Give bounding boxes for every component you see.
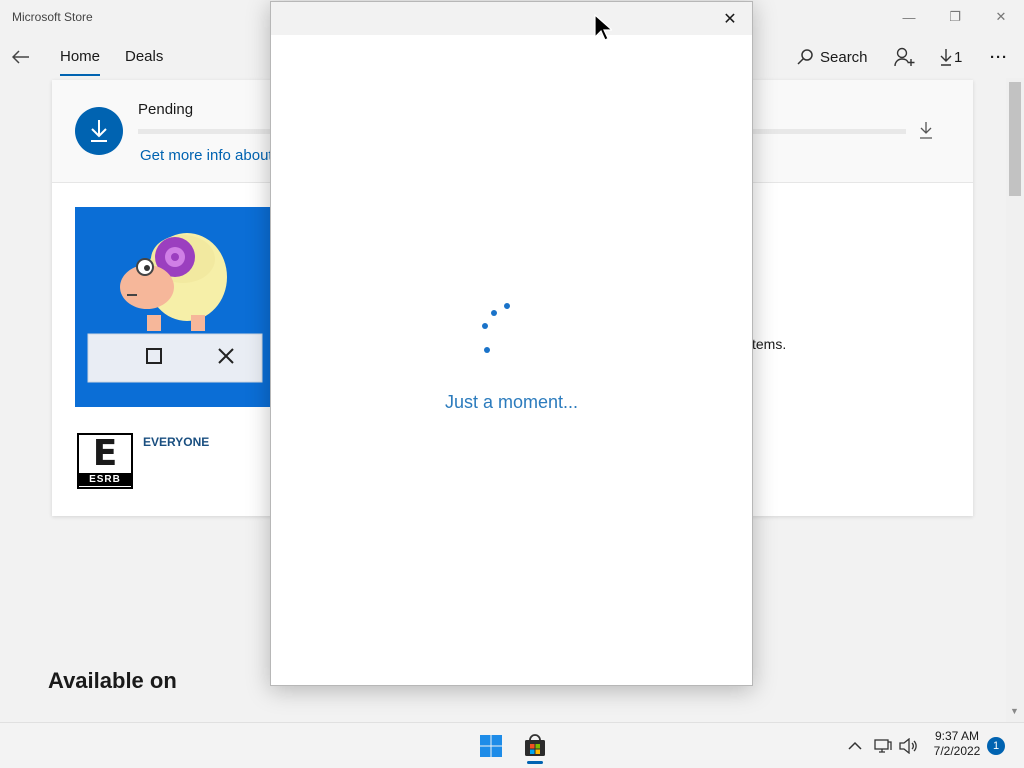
downloads-button[interactable]: 1 [940,44,962,70]
scrollbar-thumb[interactable] [1009,82,1021,196]
search-icon [797,49,813,65]
mouse-cursor-icon [594,14,612,41]
loading-spinner-icon [482,303,510,353]
dialog-close-button[interactable]: ✕ [718,8,742,30]
search-button[interactable]: Search [796,44,868,70]
minimize-button[interactable]: — [894,6,924,28]
more-options-button[interactable]: ··· [990,44,1008,70]
queue-download-icon[interactable] [918,120,934,140]
account-button[interactable] [894,44,916,70]
available-on-heading: Available on [48,668,177,693]
back-arrow-icon [12,50,29,64]
tab-home-underline [60,74,100,76]
speaker-icon [899,738,917,754]
volume-button[interactable] [898,735,918,757]
downloads-count: 1 [954,48,963,66]
network-button[interactable] [873,735,893,757]
active-app-indicator [527,761,543,764]
add-account-icon [894,47,915,67]
sheep-illustration [75,207,275,407]
pending-download-button[interactable] [75,107,123,155]
download-arrow-icon [91,120,107,142]
esrb-rating-badge: E ESRB [77,433,133,489]
rating-org: ESRB [79,473,131,486]
pending-status: Pending [138,101,194,118]
rating-label[interactable]: EVERYONE [143,435,209,449]
more-info-link[interactable]: Get more info about [140,147,273,164]
search-label: Search [820,48,868,66]
windows-logo-icon [480,735,502,757]
download-icon [940,49,952,66]
tab-home[interactable]: Home [60,48,100,65]
notification-badge[interactable]: 1 [987,737,1005,755]
scroll-down-arrow-icon[interactable]: ▼ [1010,706,1019,716]
clock-date: 7/2/2022 [933,744,981,758]
dialog-titlebar: ✕ [271,2,752,35]
start-button[interactable] [476,731,506,761]
product-hero-image [75,207,275,407]
clock-time: 9:37 AM [934,729,980,743]
sign-in-dialog: ✕ Just a moment... [270,1,753,686]
restore-button[interactable]: ❐ [940,6,970,28]
loading-message: Just a moment... [444,392,579,412]
clock[interactable]: 9:37 AM 7/2/2022 [924,729,990,759]
store-taskbar-button[interactable] [518,729,552,763]
store-bag-icon [525,734,545,756]
tab-deals[interactable]: Deals [125,48,163,65]
show-hidden-icons-button[interactable] [846,735,864,757]
close-window-button[interactable]: ✕ [986,6,1016,28]
scrollbar[interactable]: ▼ [1006,78,1024,722]
description-text: tems. [752,336,787,352]
chevron-up-icon [848,741,862,750]
rating-letter: E [92,433,118,474]
back-button[interactable] [8,44,34,70]
taskbar: 9:37 AM 7/2/2022 1 [0,722,1024,768]
network-icon [874,739,892,753]
app-title: Microsoft Store [12,10,93,24]
